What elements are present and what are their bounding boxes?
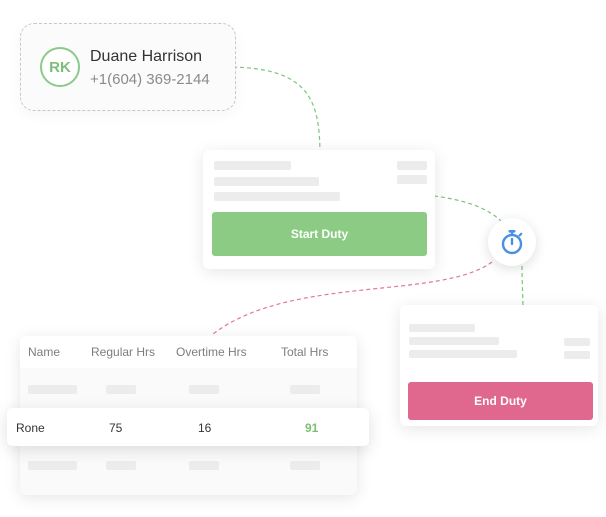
placeholder-line [409,350,517,358]
placeholder-cell [106,461,136,470]
column-header-total-hrs: Total Hrs [281,345,329,359]
placeholder-cell [28,385,77,394]
cell-overtime-hrs: 16 [198,421,212,435]
column-header-name: Name [28,345,61,359]
end-duty-button[interactable]: End Duty [408,382,593,420]
start-duty-panel: Start Duty [203,150,435,269]
placeholder-cell [290,461,320,470]
contact-name: Duane Harrison [90,48,203,65]
placeholder-cell [290,385,320,394]
placeholder-cell [28,461,77,470]
placeholder-cell [189,385,219,394]
avatar: RK [40,47,80,87]
placeholder-line [397,161,427,170]
start-to-timer-connector [426,194,503,223]
placeholder-line [564,351,590,359]
column-header-regular-hrs: Regular Hrs [91,345,156,359]
placeholder-line [214,161,291,170]
table-header: Name Regular Hrs Overtime Hrs Total Hrs [20,336,357,368]
placeholder-line [214,192,340,201]
placeholder-cell [106,385,136,394]
placeholder-line [409,337,499,345]
cell-total-hrs: 91 [305,421,319,435]
cell-regular-hrs: 75 [109,421,123,435]
end-duty-panel: End Duty [400,305,598,426]
placeholder-line [409,324,475,332]
table-row[interactable]: Rone 75 16 91 [7,408,369,446]
placeholder-cell [189,461,219,470]
placeholder-line [397,175,427,184]
contact-phone: +1(604) 369-2144 [90,71,210,88]
column-header-overtime-hrs: Overtime Hrs [176,345,247,359]
contact-card[interactable]: RK Duane Harrison +1(604) 369-2144 [20,23,236,111]
placeholder-line [564,338,590,346]
start-duty-button[interactable]: Start Duty [212,212,427,256]
timer-badge[interactable] [488,218,536,266]
contact-to-start-connector [225,66,321,158]
stopwatch-icon [501,230,523,255]
placeholder-line [214,177,319,186]
cell-name: Rone [16,421,45,435]
